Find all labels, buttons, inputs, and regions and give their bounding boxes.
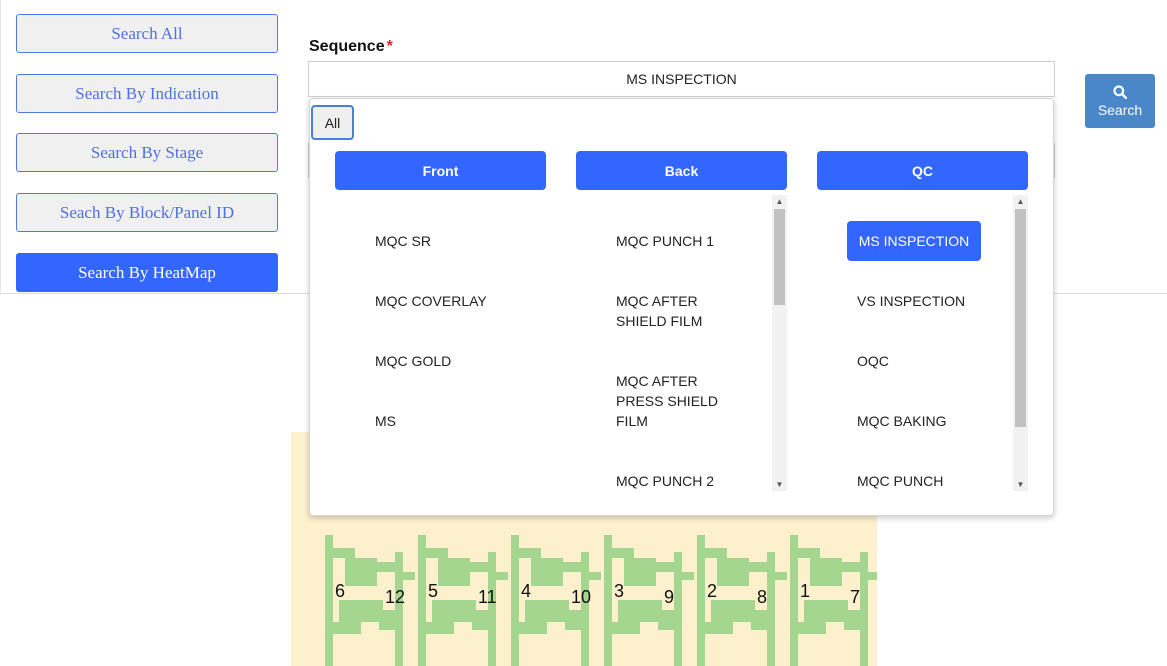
heatmap-unit-label: 6 (335, 581, 346, 601)
heatmap-unit-label: 12 (385, 587, 406, 607)
heatmap-unit-shape (494, 572, 508, 580)
column-header-back[interactable]: Back (576, 151, 787, 190)
heatmap-unit-shape (422, 548, 448, 558)
heatmap-unit-shape (604, 622, 640, 634)
list-item[interactable]: VS INSPECTION (857, 291, 1017, 311)
heatmap-unit-shape (339, 600, 383, 622)
qc-column-scrollbar[interactable]: ▲ ▼ (1013, 195, 1028, 491)
search-icon (1113, 84, 1127, 99)
heatmap-unit-shape (325, 622, 361, 634)
search-by-stage-button[interactable]: Search By Stage (16, 133, 278, 172)
heatmap-unit-shape (587, 572, 601, 580)
heatmap-unit-shape (701, 548, 727, 558)
heatmap-unit-shape (395, 552, 403, 666)
scroll-up-icon[interactable]: ▲ (772, 195, 787, 208)
left-rule (0, 0, 1, 293)
required-mark: * (386, 38, 393, 55)
heatmap-unit-label: 10 (571, 587, 592, 607)
all-filter-button[interactable]: All (311, 105, 354, 140)
heatmap-unit-shape (773, 572, 787, 580)
heatmap-unit-label: 8 (757, 587, 768, 607)
scroll-thumb[interactable] (1015, 209, 1026, 427)
list-item[interactable]: MQC COVERLAY (375, 291, 535, 311)
sequence-select-value: MS INSPECTION (626, 71, 737, 87)
heatmap-unit-shape (674, 552, 682, 666)
search-by-indication-button[interactable]: Search By Indication (16, 74, 278, 113)
heatmap-unit-shape (680, 572, 694, 580)
heatmap-unit-shape (711, 600, 755, 622)
heatmap-unit-shape (618, 600, 662, 622)
heatmap-unit-shape (511, 622, 547, 634)
list-item[interactable]: MQC SR (375, 231, 535, 251)
heatmap-unit-shape (860, 552, 868, 666)
heatmap-unit-shape (565, 610, 585, 630)
back-column-scrollbar[interactable]: ▲ ▼ (772, 195, 787, 491)
heatmap-unit-label: 3 (614, 581, 625, 601)
heatmap-unit-shape (844, 610, 864, 630)
search-button[interactable]: Search (1085, 74, 1155, 128)
heatmap-unit-shape (767, 552, 775, 666)
heatmap-unit-shape (658, 610, 678, 630)
heatmap-unit-shape (418, 622, 454, 634)
heatmap-unit-shape (329, 548, 355, 558)
heatmap-unit-shape (432, 600, 476, 622)
heatmap-unit-shape (790, 622, 826, 634)
list-item[interactable]: MQC AFTER SHIELD FILM (616, 291, 726, 331)
heatmap-unit-shape (581, 552, 589, 666)
list-item[interactable]: MQC PUNCH (857, 471, 1017, 491)
search-button-label: Search (1097, 101, 1143, 118)
column-header-qc[interactable]: QC (817, 151, 1028, 190)
heatmap-unit-shape (608, 548, 634, 558)
list-item[interactable]: MQC AFTER PRESS SHIELD FILM (616, 371, 726, 431)
list-item[interactable]: OQC (857, 351, 1017, 371)
list-item[interactable]: MQC GOLD (375, 351, 535, 371)
sequence-label: Sequence * (309, 38, 393, 56)
qc-column: MS INSPECTION VS INSPECTION OQC MQC BAKI… (817, 195, 1047, 491)
scroll-down-icon[interactable]: ▼ (772, 478, 787, 491)
scroll-up-icon[interactable]: ▲ (1013, 195, 1028, 208)
search-by-block-panel-button[interactable]: Seach By Block/Panel ID (16, 193, 278, 232)
heatmap-unit-shape (866, 572, 877, 580)
heatmap-unit-shape (472, 610, 492, 630)
list-item[interactable]: MQC BAKING (857, 411, 1017, 431)
sequence-dropdown: All Front Back QC MQC SR MQC COVERLAY MQ… (309, 98, 1054, 516)
list-item-selected[interactable]: MS INSPECTION (847, 221, 981, 261)
heatmap-unit-label: 1 (800, 581, 811, 601)
heatmap-unit-shape (401, 572, 415, 580)
heatmap-unit-label: 5 (428, 581, 439, 601)
heatmap-unit-shape (525, 600, 569, 622)
front-column: MQC SR MQC COVERLAY MQC GOLD MS (335, 195, 565, 491)
heatmap-unit-label: 2 (707, 581, 718, 601)
heatmap-unit-label: 11 (478, 587, 497, 607)
sequence-select[interactable]: MS INSPECTION (308, 61, 1055, 97)
scroll-thumb[interactable] (774, 209, 785, 305)
heatmap-unit-shape (751, 610, 771, 630)
heatmap-unit-shape (794, 548, 820, 558)
list-item[interactable]: MQC PUNCH 1 (616, 231, 726, 251)
scroll-down-icon[interactable]: ▼ (1013, 478, 1028, 491)
heatmap-unit-label: 4 (521, 581, 532, 601)
heatmap-unit-shape (515, 548, 541, 558)
column-header-front[interactable]: Front (335, 151, 546, 190)
search-by-heatmap-button[interactable]: Search By HeatMap (16, 253, 278, 292)
heatmap-unit-shape (379, 610, 399, 630)
heatmap-unit-shape (804, 600, 848, 622)
back-column: MQC PUNCH 1 MQC AFTER SHIELD FILM MQC AF… (576, 195, 806, 491)
heatmap-unit-label: 7 (850, 587, 861, 607)
list-item[interactable]: MQC PUNCH 2 (616, 471, 726, 491)
heatmap-unit-shape (697, 622, 733, 634)
sequence-label-text: Sequence (309, 38, 385, 55)
heatmap-unit-label: 9 (664, 587, 675, 607)
list-item[interactable]: MS (375, 411, 535, 431)
search-all-button[interactable]: Search All (16, 14, 278, 53)
heatmap-unit-shape (488, 552, 496, 666)
